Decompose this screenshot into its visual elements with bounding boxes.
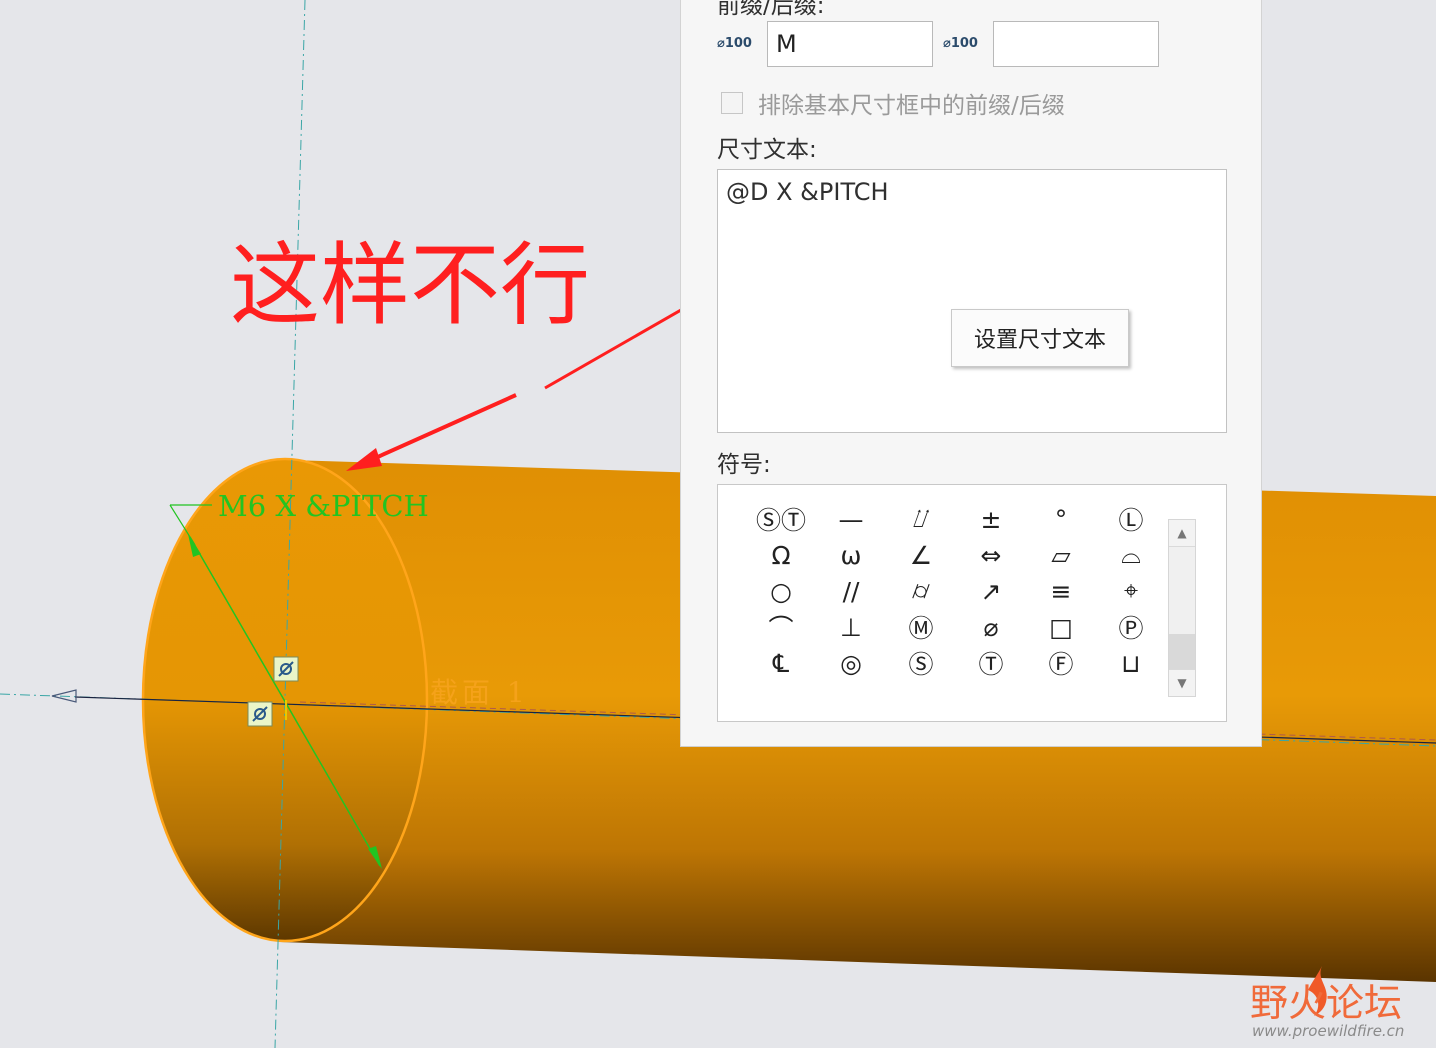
symbol-button[interactable]: ⌰ [886,501,956,537]
symbol-button[interactable]: ↗ [956,573,1026,609]
symbol-button[interactable]: ± [956,501,1026,537]
scroll-thumb[interactable] [1169,634,1195,670]
symbol-button[interactable]: // [816,573,886,609]
symbol-button[interactable]: Ω [746,537,816,573]
symbol-button[interactable]: ⌀ [956,609,1026,645]
symbol-button[interactable]: ⌖ [1096,573,1166,609]
suffix-diameter-icon: ⌀100 [943,36,978,51]
datum-marker-icon[interactable] [247,701,273,727]
symbol-button[interactable]: Ⓢ [886,645,956,681]
symbol-button[interactable]: ◎ [816,645,886,681]
symbol-button[interactable]: ° [1026,501,1096,537]
symbol-button[interactable]: ⌭ [886,573,956,609]
symbol-palette: ⓈⓉ — ⌰ ± ° Ⓛ Ωω ∠ ⇔ ▱ ⌓ ○//⌭ ↗ ≡ ⌖ ⌒ ⊥ Ⓜ ⌀ □ Ⓟ ℄ ◎ Ⓢ Ⓣ Ⓕ ⊔ ▲ ▼ [717,484,1227,722]
symbol-button[interactable]: — [816,501,886,537]
dim-text-label: 尺寸文本: [717,137,817,163]
symbol-button[interactable]: ⇔ [956,537,1026,573]
forum-watermark: 野火论坛 www.proewildfire.cn [1250,966,1404,1040]
symbol-button[interactable]: ▱ [1026,537,1096,573]
symbol-button[interactable]: ω [816,537,886,573]
watermark-brand: 野火论坛 [1250,981,1402,1025]
symbol-button[interactable]: ○ [746,573,816,609]
symbol-button[interactable]: ⊥ [816,609,886,645]
prefix-diameter-icon: ⌀100 [717,36,752,51]
exclude-prefix-label: 排除基本尺寸框中的前缀/后缀 [758,93,1065,119]
exclude-prefix-checkbox[interactable] [721,92,743,114]
dim-text-area[interactable]: @D X &PITCH [717,169,1227,433]
symbol-button[interactable]: Ⓛ [1096,501,1166,537]
symbol-button[interactable]: Ⓜ [886,609,956,645]
annotation-arrow-line [361,393,517,466]
symbol-button[interactable]: ⌒ [746,609,816,645]
watermark-url: www.proewildfire.cn [1252,1022,1404,1040]
symbol-button[interactable]: ⌓ [1096,537,1166,573]
symbol-button[interactable]: ℄ [746,645,816,681]
symbol-button[interactable]: □ [1026,609,1096,645]
dimension-properties-panel: 前缀/后缀: ⌀100 ⌀100 排除基本尺寸框中的前缀/后缀 尺寸文本: @D… [680,0,1262,747]
dimension-text[interactable]: M6 X &PITCH [218,489,429,523]
set-dim-text-button[interactable]: 设置尺寸文本 [951,309,1129,367]
symbol-grid: ⓈⓉ — ⌰ ± ° Ⓛ Ωω ∠ ⇔ ▱ ⌓ ○//⌭ ↗ ≡ ⌖ ⌒ ⊥ Ⓜ ⌀ □ Ⓟ ℄ ◎ Ⓢ Ⓣ Ⓕ ⊔ [746,501,1166,681]
prefix-input[interactable] [767,21,933,67]
scroll-up-icon[interactable]: ▲ [1169,520,1195,547]
symbol-scrollbar[interactable]: ▲ ▼ [1168,519,1196,697]
annotation-text: 这样不行 [230,233,590,338]
symbols-label: 符号: [717,452,771,478]
symbol-button[interactable]: Ⓣ [956,645,1026,681]
prefix-suffix-label: 前缀/后缀: [717,0,825,19]
symbol-button[interactable]: ⊔ [1096,645,1166,681]
symbol-button[interactable]: Ⓕ [1026,645,1096,681]
symbol-button[interactable]: ∠ [886,537,956,573]
datum-marker-icon[interactable] [273,656,299,682]
suffix-input[interactable] [993,21,1159,67]
symbol-button[interactable]: Ⓟ [1096,609,1166,645]
exclude-prefix-row[interactable]: 排除基本尺寸框中的前缀/后缀 [721,86,1065,120]
scroll-down-icon[interactable]: ▼ [1169,669,1195,696]
symbol-button[interactable]: ≡ [1026,573,1096,609]
symbol-button[interactable]: ⓈⓉ [746,501,816,537]
section-label[interactable]: 截面 1 [430,676,529,709]
